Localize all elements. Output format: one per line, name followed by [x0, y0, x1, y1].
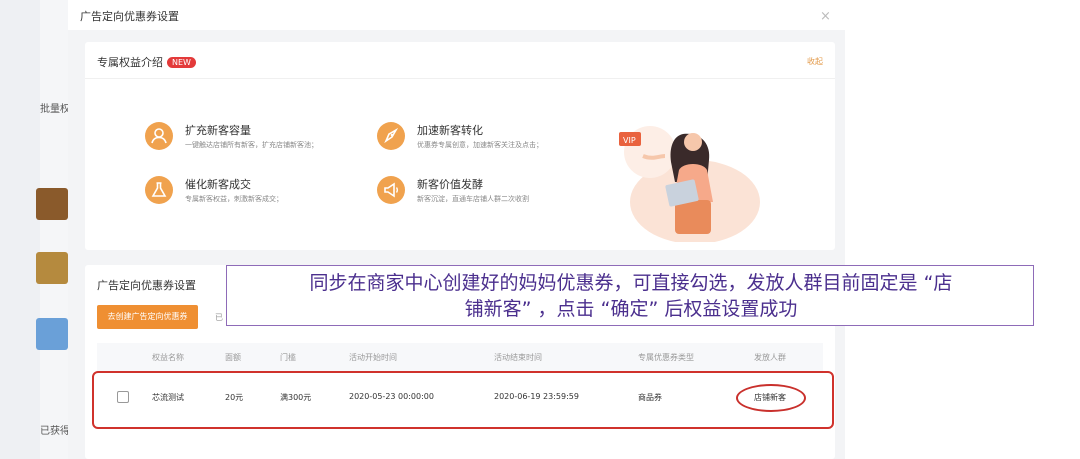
modal-title: 广告定向优惠券设置: [80, 10, 179, 23]
woman-illustration: VIP: [619, 126, 760, 242]
benefit-intro-panel: 专属权益介绍 NEW 收起 扩充新客容量 一键触达店铺所有新客，扩充店铺新客池； …: [85, 42, 835, 250]
table-header: 权益名称 面额 门槛 活动开始时间 活动结束时间 专属优惠券类型 发放人群: [97, 343, 823, 371]
collapse-link[interactable]: 收起: [807, 56, 823, 67]
new-badge: NEW: [167, 57, 196, 68]
feature-description: 专属新客权益，刺激新客成交；: [185, 195, 283, 203]
column-header: 活动开始时间: [349, 353, 397, 362]
feature-item: 加速新客转化 优惠券专属创意，加速新客关注及点击；: [377, 122, 577, 158]
column-header: 发放人群: [754, 353, 786, 362]
feature-item: 扩充新客容量 一键触达店铺所有新客，扩充店铺新客池；: [145, 122, 345, 158]
create-coupon-button[interactable]: 去创建广告定向优惠券: [97, 305, 198, 329]
background-thumbnail: [36, 188, 68, 220]
column-header: 门槛: [280, 353, 296, 362]
column-header: 权益名称: [152, 353, 184, 362]
annotation-text: 同步在商家中心创建好的妈妈优惠券，可直接勾选，发放人群目前固定是 “店 铺新客”…: [227, 270, 1035, 322]
intro-heading: 专属权益介绍 NEW: [97, 54, 196, 70]
feature-item: 新客价值发酵 新客沉淀，直通车店铺人群二次收割: [377, 176, 577, 212]
feature-title: 催化新客成交: [185, 178, 251, 191]
column-header: 面额: [225, 353, 241, 362]
feature-title: 加速新客转化: [417, 124, 483, 137]
background-thumbnail: [36, 318, 68, 350]
feature-description: 新客沉淀，直通车店铺人群二次收割: [417, 195, 529, 203]
coupon-panel-title: 广告定向优惠券设置: [97, 279, 196, 292]
column-header: 专属优惠券类型: [638, 353, 694, 362]
feature-title: 扩充新客容量: [185, 124, 251, 137]
feature-title: 新客价值发酵: [417, 178, 483, 191]
background-label: 已获得: [40, 426, 70, 437]
background-thumbnail: [36, 252, 68, 284]
modal-header: 广告定向优惠券设置: [68, 0, 845, 30]
background-sidebar: [0, 0, 40, 459]
annotation-line: 同步在商家中心创建好的妈妈优惠券，可直接勾选，发放人群目前固定是 “店: [309, 272, 953, 294]
sync-hint: 已: [215, 313, 223, 322]
feature-item: 催化新客成交 专属新客权益，刺激新客成交；: [145, 176, 345, 212]
background-column: [40, 0, 70, 459]
megaphone-icon: [377, 176, 405, 204]
rocket-icon: [377, 122, 405, 150]
annotation-line: 铺新客” ，点击 “确定” 后权益设置成功: [464, 298, 798, 320]
audience-circle-mark: [736, 384, 806, 412]
background-right-area: [845, 0, 1080, 459]
feature-description: 一键触达店铺所有新客，扩充店铺新客池；: [185, 141, 318, 149]
row-highlight-box: [92, 371, 834, 429]
flask-icon: [145, 176, 173, 204]
svg-text:VIP: VIP: [623, 136, 636, 145]
user-plus-icon: [145, 122, 173, 150]
intro-title: 专属权益介绍: [97, 56, 163, 69]
feature-description: 优惠券专属创意，加速新客关注及点击；: [417, 141, 543, 149]
close-icon[interactable]: ×: [820, 10, 831, 23]
column-header: 活动结束时间: [494, 353, 542, 362]
annotation-callout: 同步在商家中心创建好的妈妈优惠券，可直接勾选，发放人群目前固定是 “店 铺新客”…: [226, 265, 1034, 326]
divider: [85, 78, 835, 79]
background-label: 批量权: [40, 104, 70, 115]
